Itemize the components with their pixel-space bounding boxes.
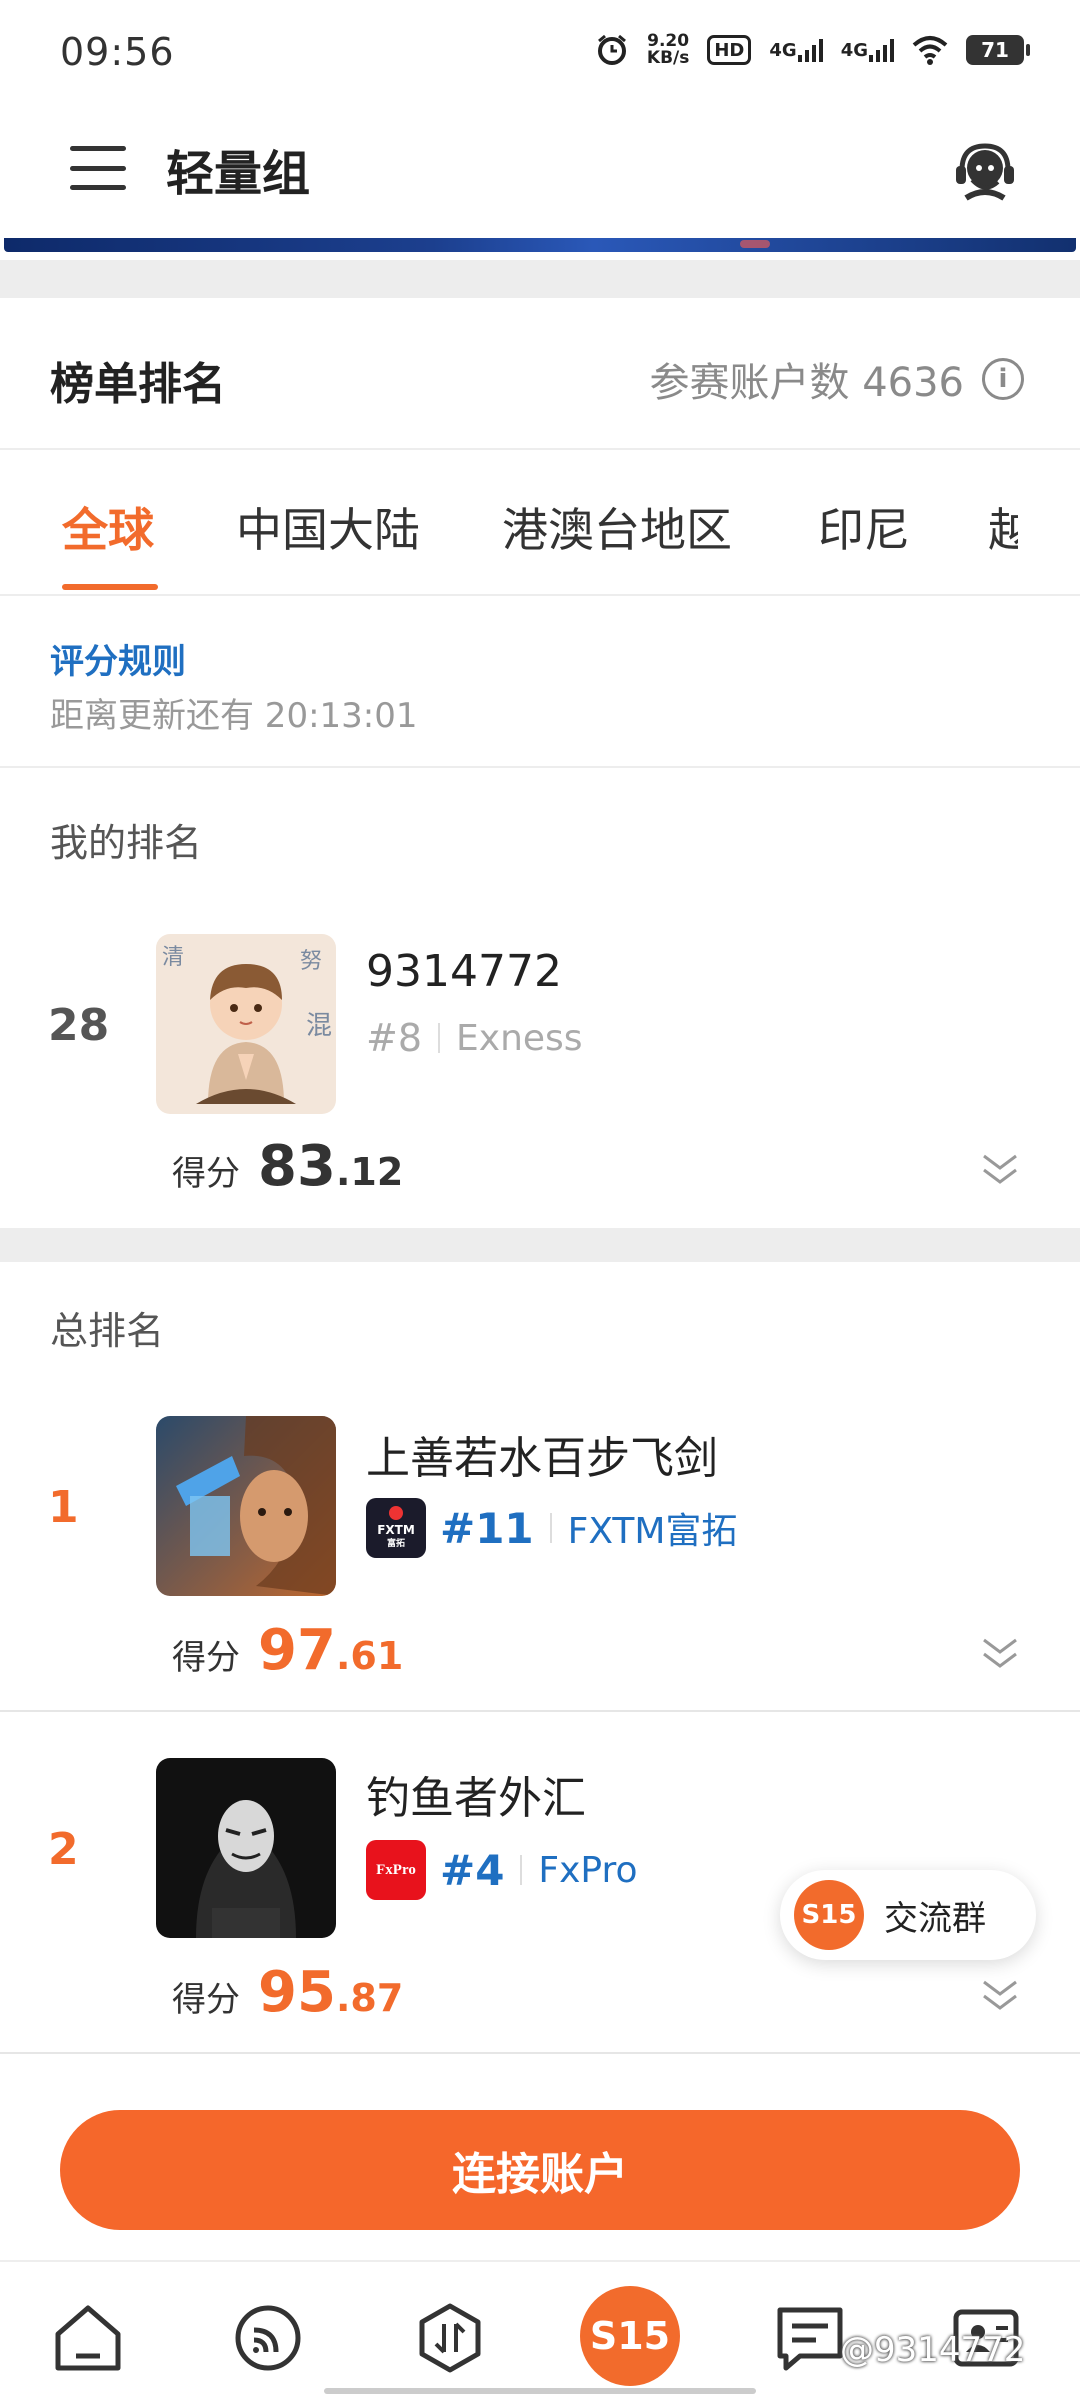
wifi-icon [912,32,948,68]
fxtm-logo-dot [389,1505,403,1520]
tab-indonesia[interactable]: 印尼 [818,494,910,560]
ranking-header: 榜单排名 参赛账户数 4636 i [0,298,1080,448]
my-ranking-card[interactable]: 我的排名 28 清 努 混 9314772 #8 Exness 得分 83 .1… [0,768,1080,1228]
my-broker-rank: #8 [366,1016,423,1060]
net-speed: 9.20 KB/s [647,32,689,68]
gesture-bar[interactable] [324,2388,756,2394]
banner-decoration [740,240,770,248]
score-label: 得分 [172,1980,240,2020]
my-score: 得分 83 .12 [172,1134,403,1199]
participants-label: 参赛账户数 4636 [649,360,964,406]
page-title: 轻量组 [166,146,311,202]
score-integer: 83 [258,1134,336,1199]
app-bar: 轻量组 [0,96,1080,246]
avatar [156,1416,336,1596]
feed-icon[interactable] [228,2298,308,2378]
separator [438,1023,441,1053]
update-countdown: 距离更新还有 20:13:01 [50,696,418,736]
active-tab-indicator [62,584,158,590]
connect-account-button[interactable]: 连接账户 [60,2110,1020,2230]
tab-mainland-china[interactable]: 中国大陆 [236,494,420,560]
score-integer: 95 [258,1960,336,2025]
messages-icon[interactable] [770,2298,850,2378]
expand-chevron-icon[interactable] [980,1974,1020,2014]
net-speed-unit: KB/s [646,48,690,68]
alarm-icon [595,32,629,68]
status-bar: 09:56 9.20 KB/s HD 4G 4G 71 [0,0,1080,96]
broker-name: FXTM富拓 [567,1511,738,1552]
row-divider [0,1710,1080,1712]
watermark: @9314772 [840,2330,1026,2370]
group-chat-label: 交流群 [884,1898,986,1939]
rank-number: 1 [48,1482,79,1533]
my-account-name: 9314772 [366,946,562,997]
tab-vietnam[interactable]: 越 [988,494,1018,560]
participants-count: 参赛账户数 4636 i [649,350,1024,408]
banner-image [4,238,1076,252]
expand-chevron-icon[interactable] [980,1632,1020,1672]
svg-text:混: 混 [306,1011,332,1041]
signal-label: 4G [769,39,797,61]
tab-hk-macau-taiwan[interactable]: 港澳台地区 [502,494,732,560]
bottom-area: 连接账户 S15 @9314772 [0,2060,1080,2400]
my-broker-name: Exness [456,1017,583,1059]
status-time: 09:56 [60,30,175,74]
region-tabs: 全球 中国大陆 港澳台地区 印尼 越 [0,450,1080,594]
fxtm-logo-icon: FXTM 富拓 [366,1498,426,1558]
battery-icon: 71 [966,35,1030,65]
fxtm-logo-text: FXTM [377,1522,415,1537]
info-icon[interactable]: i [982,358,1024,400]
tab-global[interactable]: 全球 [62,494,154,560]
score-decimal: .61 [335,1634,404,1678]
rules-section: 评分规则 距离更新还有 20:13:01 [0,596,1080,766]
trade-icon[interactable] [410,2298,490,2378]
menu-icon[interactable] [70,146,126,190]
svg-text:清: 清 [162,945,184,970]
broker-name: FxPro [538,1849,638,1891]
status-icons: 9.20 KB/s HD 4G 4G 71 [595,32,1030,68]
broker-info: FxPro #4 FxPro [366,1840,638,1900]
fxpro-logo-icon: FxPro [366,1840,426,1900]
broker-rank: #11 [440,1503,534,1553]
score-decimal: .87 [335,1976,404,2020]
score: 得分 95 .87 [172,1960,403,2025]
signal-icon: 4G [769,32,823,68]
group-chat-button[interactable]: S15 交流群 [780,1870,1036,1960]
score-label: 得分 [172,1638,240,1678]
home-icon[interactable] [48,2298,128,2378]
total-ranking-title: 总排名 [50,1309,165,1353]
score-decimal: .12 [335,1150,404,1194]
svg-text:努: 努 [300,949,322,974]
broker-info: FXTM 富拓 #11 FXTM富拓 [366,1498,737,1558]
expand-chevron-icon[interactable] [980,1148,1020,1188]
separator [520,1855,523,1885]
my-broker-info: #8 Exness [366,1016,583,1060]
s15-logo-icon: S15 [794,1880,864,1950]
bottom-nav: S15 @9314772 [0,2260,1080,2400]
customer-service-icon[interactable] [950,136,1020,206]
signal-icon-2: 4G [841,32,894,68]
scoring-rules-link[interactable]: 评分规则 [50,634,186,683]
my-rank-number: 28 [48,1000,110,1051]
score: 得分 97 .61 [172,1618,403,1683]
score-integer: 97 [258,1618,336,1683]
banner-strip[interactable] [0,238,1080,260]
trader-name: 上善若水百步飞剑 [366,1433,718,1484]
broker-rank: #4 [440,1845,505,1895]
ranking-title: 榜单排名 [50,359,226,410]
hd-icon: HD [707,35,752,65]
rank-number: 2 [48,1824,79,1875]
trader-name: 钓鱼者外汇 [366,1773,586,1824]
fxtm-logo-subtext: 富拓 [386,1538,405,1549]
signal-label-2: 4G [840,39,868,61]
my-ranking-title: 我的排名 [50,821,203,865]
avatar: 清 努 混 [156,934,336,1114]
score-label: 得分 [172,1154,240,1194]
avatar [156,1758,336,1938]
row-divider [0,2052,1080,2054]
s15-center-icon[interactable]: S15 [580,2286,680,2386]
separator [549,1513,552,1543]
